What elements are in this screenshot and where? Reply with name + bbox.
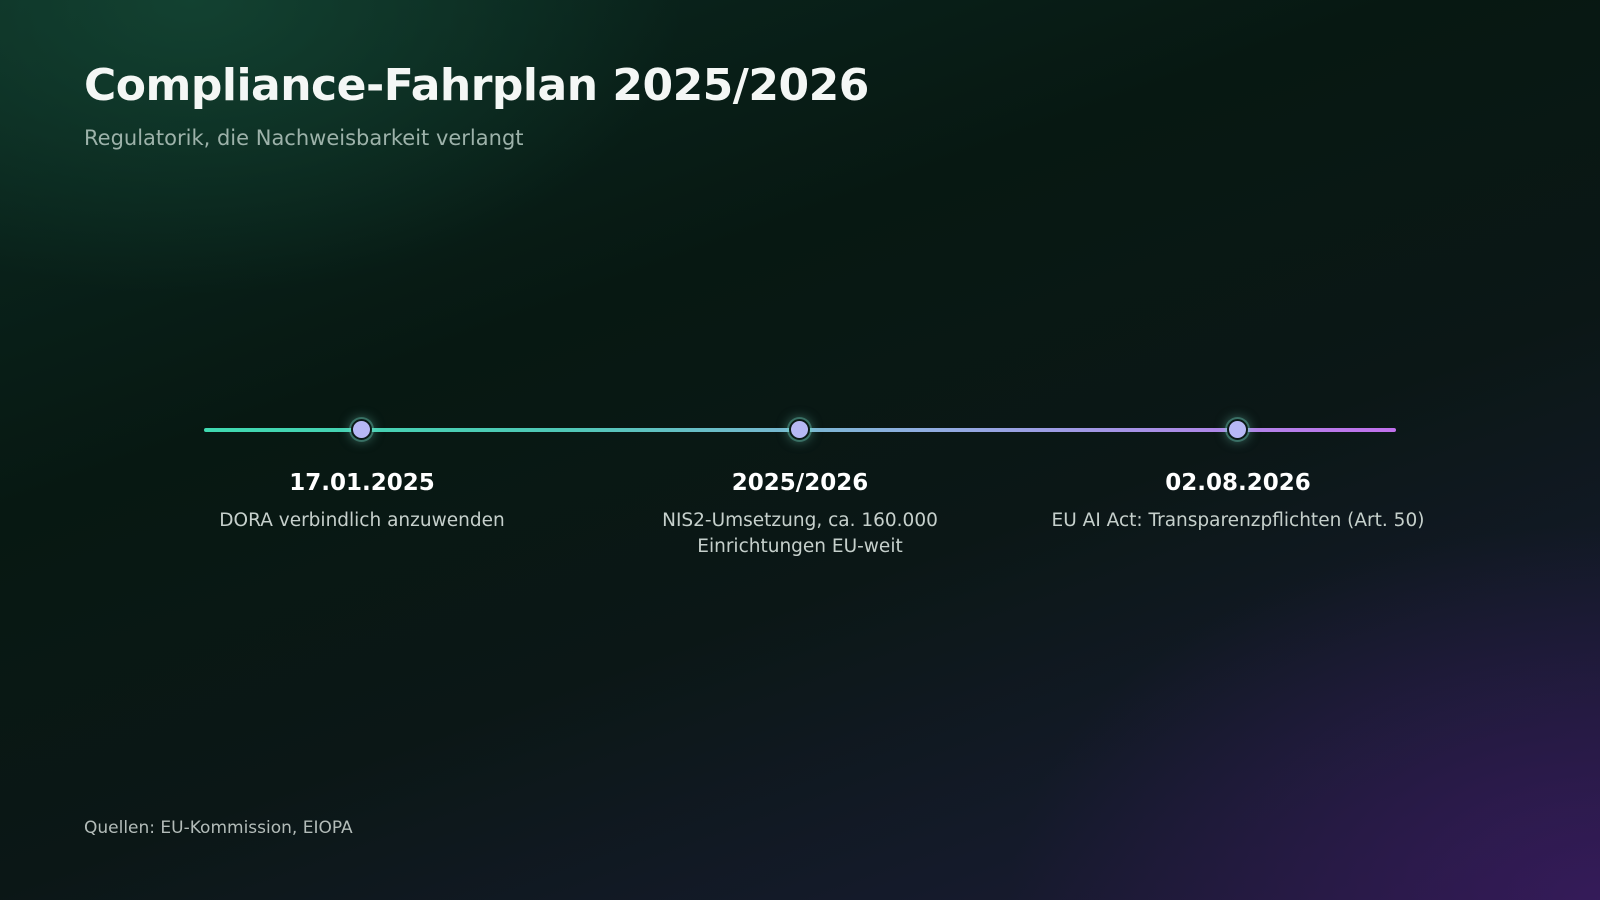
milestone-nis2: 2025/2026 NIS2-Umsetzung, ca. 160.000 Ei…: [590, 468, 1010, 560]
milestone-description: EU AI Act: Transparenzpflichten (Art. 50…: [1051, 510, 1425, 531]
source-note: Quellen: EU-Kommission, EIOPA: [84, 818, 353, 838]
milestone-description: DORA verbindlich anzuwenden: [219, 510, 505, 531]
slide: Compliance-Fahrplan 2025/2026 Regulatori…: [0, 0, 1600, 900]
page-title: Compliance-Fahrplan 2025/2026: [84, 60, 869, 111]
page-subtitle: Regulatorik, die Nachweisbarkeit verlang…: [84, 126, 524, 150]
timeline-dot-3: [1227, 419, 1248, 440]
timeline-dot-2: [789, 419, 810, 440]
milestone-date: 17.01.2025: [289, 470, 435, 496]
milestone-dora: 17.01.2025 DORA verbindlich anzuwenden: [152, 468, 572, 534]
milestone-ai-act: 02.08.2026 EU AI Act: Transparenzpflicht…: [1028, 468, 1448, 534]
timeline-dot-1: [351, 419, 372, 440]
milestone-description: NIS2-Umsetzung, ca. 160.000 Einrichtunge…: [662, 510, 938, 557]
milestone-date: 2025/2026: [731, 470, 869, 496]
milestone-date: 02.08.2026: [1165, 470, 1311, 496]
